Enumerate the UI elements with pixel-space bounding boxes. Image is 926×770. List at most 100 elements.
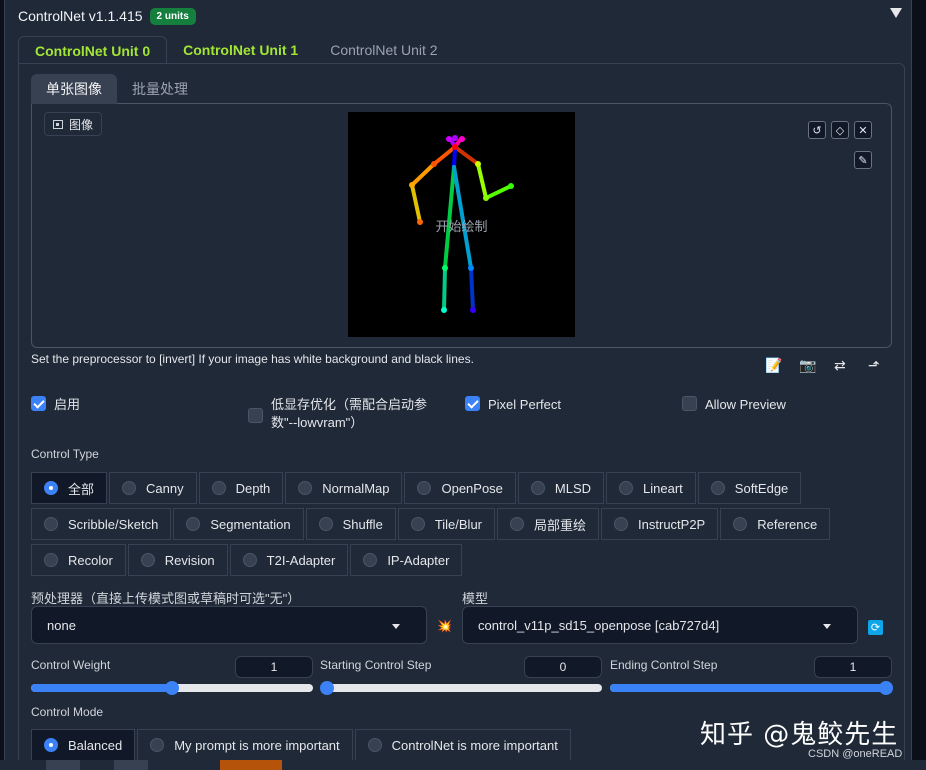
radio-dot <box>211 481 226 495</box>
radio-dot <box>44 738 58 752</box>
pixel-perfect-checkbox[interactable] <box>465 396 480 411</box>
model-dropdown[interactable]: control_v11p_sd15_openpose [cab727d4] <box>462 606 858 644</box>
control-type-canny[interactable]: Canny <box>109 472 197 504</box>
control-type-reference[interactable]: Reference <box>720 508 831 540</box>
chevron-down-icon <box>392 624 400 629</box>
preprocessor-value: none <box>47 617 76 633</box>
tab-batch[interactable]: 批量处理 <box>117 74 203 104</box>
allow-preview-checkbox-row[interactable]: Allow Preview <box>682 396 786 414</box>
control-type-lineart[interactable]: Lineart <box>606 472 696 504</box>
undo-icon[interactable]: ↺ <box>808 121 826 139</box>
run-preprocessor-icon[interactable]: 💥 <box>437 619 452 633</box>
control-type-instructp2p[interactable]: InstructP2P <box>601 508 719 540</box>
radio-dot <box>417 481 432 495</box>
radio-dot <box>186 517 201 531</box>
slider-thumb[interactable] <box>165 681 179 695</box>
image-icon <box>53 119 63 129</box>
radio-dot <box>530 481 545 495</box>
control-type-all[interactable]: 全部 <box>31 472 108 504</box>
swap-icon[interactable]: ⇄ <box>834 357 846 374</box>
taskbar-item[interactable] <box>114 760 148 770</box>
control-type-revision[interactable]: Revision <box>127 544 228 576</box>
radio-dot <box>619 481 634 495</box>
radio-dot <box>367 738 382 752</box>
starting-step-label: Starting Control Step <box>320 658 432 672</box>
radio-dot <box>122 481 137 495</box>
control-weight-slider[interactable] <box>31 681 313 695</box>
tab-unit-2[interactable]: ControlNet Unit 2 <box>314 36 453 64</box>
control-type-depth[interactable]: Depth <box>198 472 284 504</box>
control-type-tile[interactable]: Tile/Blur <box>397 508 496 540</box>
send-dimensions-icon[interactable]: ⬏ <box>868 357 880 374</box>
radio-dot <box>44 517 58 531</box>
control-weight-input[interactable]: 1 <box>235 656 313 678</box>
radio-dot <box>710 481 725 495</box>
close-icon[interactable]: ✕ <box>854 121 872 139</box>
tab-unit-1[interactable]: ControlNet Unit 1 <box>167 36 314 64</box>
control-type-shuffle[interactable]: Shuffle <box>305 508 396 540</box>
camera-icon[interactable]: 📷 <box>799 357 816 374</box>
control-mode-prompt[interactable]: My prompt is more important <box>137 729 353 761</box>
unit-tabs: ControlNet Unit 0 ControlNet Unit 1 Cont… <box>18 36 454 64</box>
ending-step-slider[interactable] <box>610 681 893 695</box>
enable-label: 启用 <box>54 397 81 412</box>
control-type-softedge[interactable]: SoftEdge <box>697 472 802 504</box>
collapse-triangle-icon[interactable] <box>890 8 902 18</box>
control-type-normalmap[interactable]: NormalMap <box>285 472 403 504</box>
allow-preview-checkbox[interactable] <box>682 396 697 411</box>
control-type-mlsd[interactable]: MLSD <box>517 472 605 504</box>
tab-unit-0[interactable]: ControlNet Unit 0 <box>18 36 168 64</box>
low-vram-checkbox[interactable] <box>248 408 263 423</box>
image-tabs: 单张图像 批量处理 <box>31 74 203 104</box>
radio-dot <box>363 553 378 567</box>
pixel-perfect-label: Pixel Perfect <box>488 397 561 412</box>
model-label: 模型 <box>462 591 489 606</box>
control-type-ip-adapter[interactable]: IP-Adapter <box>350 544 463 576</box>
brush-icon[interactable]: ✎ <box>854 151 872 169</box>
controlnet-header[interactable]: ControlNet v1.1.415 2 units <box>18 6 196 26</box>
radio-dot <box>140 553 155 567</box>
low-vram-checkbox-row[interactable]: 低显存优化（需配合启动参数"--lowvram"） <box>248 396 438 432</box>
radio-dot <box>733 517 748 531</box>
taskbar-item[interactable] <box>220 760 282 770</box>
header-title: ControlNet v1.1.415 <box>18 8 143 24</box>
enable-checkbox-row[interactable]: 启用 <box>31 396 80 414</box>
image-canvas[interactable]: 开始绘制 <box>348 112 575 337</box>
image-upload-label: 图像 <box>44 112 103 136</box>
radio-dot <box>242 553 257 567</box>
control-type-t2i-adapter[interactable]: T2I-Adapter <box>229 544 349 576</box>
slider-thumb[interactable] <box>879 681 893 695</box>
control-type-label: Control Type <box>31 447 99 461</box>
ending-step-input[interactable]: 1 <box>814 656 892 678</box>
control-weight-label: Control Weight <box>31 658 111 672</box>
pixel-perfect-checkbox-row[interactable]: Pixel Perfect <box>465 396 561 414</box>
csdn-watermark: CSDN @oneREAD <box>808 748 903 760</box>
taskbar-item[interactable] <box>46 760 80 770</box>
slider-thumb[interactable] <box>320 681 334 695</box>
control-mode-label: Control Mode <box>31 705 104 719</box>
control-mode-balanced[interactable]: Balanced <box>31 729 136 761</box>
document-icon[interactable]: 📝 <box>765 357 782 374</box>
starting-step-input[interactable]: 0 <box>524 656 602 678</box>
slider-fill <box>610 684 886 692</box>
image-label-text: 图像 <box>69 117 94 132</box>
low-vram-label: 低显存优化（需配合启动参数"--lowvram"） <box>271 397 428 430</box>
control-mode-controlnet[interactable]: ControlNet is more important <box>354 729 571 761</box>
preprocessor-label: 预处理器（直接上传模式图或草稿时可选"无"） <box>31 591 301 606</box>
tab-single-image[interactable]: 单张图像 <box>31 74 117 104</box>
radio-dot <box>44 553 58 567</box>
refresh-icon[interactable]: ⟳ <box>868 620 883 635</box>
preprocessor-dropdown[interactable]: none <box>31 606 427 644</box>
enable-checkbox[interactable] <box>31 396 46 411</box>
eraser-icon[interactable]: ◇ <box>831 121 849 139</box>
starting-step-slider[interactable] <box>320 681 602 695</box>
control-type-inpaint[interactable]: 局部重绘 <box>497 508 600 540</box>
control-type-segmentation[interactable]: Segmentation <box>173 508 304 540</box>
radio-dot <box>410 517 425 531</box>
control-type-scribble[interactable]: Scribble/Sketch <box>31 508 172 540</box>
ending-step-label: Ending Control Step <box>610 658 718 672</box>
units-badge: 2 units <box>149 7 196 25</box>
control-type-openpose[interactable]: OpenPose <box>404 472 516 504</box>
radio-dot <box>614 517 629 531</box>
control-type-recolor[interactable]: Recolor <box>31 544 126 576</box>
